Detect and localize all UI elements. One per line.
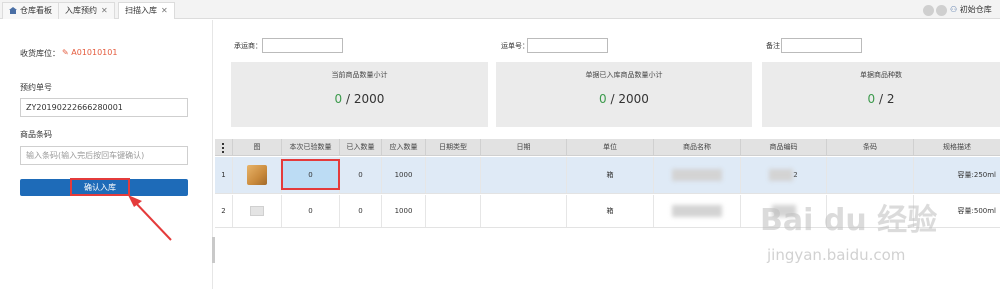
stat-card-types: 单据商品种数 0 / 2 <box>762 62 1000 127</box>
waybill-input[interactable] <box>527 38 608 53</box>
th-image: 图 <box>233 139 282 156</box>
close-icon[interactable]: ✕ <box>101 6 108 15</box>
barcode-input[interactable]: 输入条码(输入完后按回车键确认) <box>20 146 188 165</box>
close-icon[interactable]: ✕ <box>161 6 168 15</box>
card-total: 2000 <box>353 92 385 106</box>
card-done: 0 <box>599 92 607 106</box>
location-label: 收货库位： <box>20 49 60 58</box>
date-type-cell <box>426 195 481 227</box>
unit-cell: 箱 <box>567 157 654 193</box>
tab-label: 仓库看板 <box>20 6 52 15</box>
redacted-text <box>769 169 794 181</box>
user-icon: ⚇ <box>950 5 958 14</box>
code-suffix: 2 <box>793 171 798 179</box>
column-menu-icon[interactable] <box>220 142 226 154</box>
th-scanned: 本次已验数量 <box>282 139 340 156</box>
th-received: 已入数量 <box>340 139 382 156</box>
card-done: 0 <box>867 92 876 106</box>
date-cell <box>481 157 567 193</box>
stat-card-received: 单据已入库商品数量小计 0 / 2000 <box>496 62 752 127</box>
card-total: 2 <box>886 92 895 106</box>
tab-bar: 仓库看板 入库预约 ✕ 扫描入库 ✕ ⚇ 初始仓库 <box>0 0 1000 19</box>
stat-card-current: 当前商品数量小计 0 / 2000 <box>231 62 488 127</box>
warehouse-label: 初始仓库 <box>959 5 992 14</box>
th-date: 日期 <box>481 139 567 156</box>
th-unit: 单位 <box>567 139 654 156</box>
card-title: 单据商品种数 <box>860 71 902 79</box>
window-button[interactable] <box>936 5 947 16</box>
home-icon <box>9 7 17 14</box>
barcode-label: 商品条码 <box>20 130 52 139</box>
product-code-cell: 2 <box>741 157 827 193</box>
pencil-icon: ✎ <box>62 48 69 57</box>
th-product-name: 商品名称 <box>654 139 741 156</box>
panel-resize-handle[interactable] <box>212 237 215 263</box>
received-cell: 0 <box>340 195 382 227</box>
th-date-type: 日期类型 <box>426 139 481 156</box>
watermark-url: jingyan.baidu.com <box>767 246 906 264</box>
table-header: 图 本次已验数量 已入数量 应入数量 日期类型 日期 单位 商品名称 商品编码 … <box>215 139 1000 156</box>
product-name-cell <box>654 195 741 227</box>
card-title: 单据已入库商品数量小计 <box>585 71 663 79</box>
card-total: 2000 <box>618 92 649 106</box>
date-type-cell <box>426 157 481 193</box>
expected-cell: 1000 <box>382 195 426 227</box>
tab-scan-inbound[interactable]: 扫描入库 ✕ <box>118 2 175 19</box>
confirm-inbound-button[interactable]: 确认入库 <box>70 178 130 196</box>
product-image-icon <box>250 206 264 216</box>
th-spec: 规格描述 <box>943 143 971 151</box>
card-value: 0 / 2000 <box>231 92 488 106</box>
scanned-cell[interactable]: 0 <box>282 195 340 227</box>
card-sep: / <box>878 92 884 106</box>
location-code: A01010101 <box>71 48 118 57</box>
window-button[interactable] <box>923 5 934 16</box>
card-sep: / <box>610 92 615 106</box>
warehouse-selector[interactable]: ⚇ 初始仓库 <box>950 4 992 15</box>
waybill-label: 运单号： <box>501 42 529 50</box>
tab-warehouse-board[interactable]: 仓库看板 <box>2 2 59 19</box>
remark-input[interactable] <box>781 38 862 53</box>
barcode-cell <box>827 157 914 193</box>
card-done: 0 <box>334 92 343 106</box>
date-cell <box>481 195 567 227</box>
expected-cell: 1000 <box>382 157 426 193</box>
carrier-label: 承运商： <box>234 42 262 50</box>
tab-label: 扫描入库 <box>125 6 157 15</box>
product-thumbnail <box>233 157 282 193</box>
card-sep: / <box>346 92 351 106</box>
order-label: 预约单号 <box>20 83 52 92</box>
row-index: 2 <box>215 195 233 227</box>
product-image-icon <box>247 165 267 185</box>
scanned-quantity-input[interactable]: 0 <box>281 159 340 190</box>
tab-inbound-booking[interactable]: 入库预约 ✕ <box>58 2 115 19</box>
redacted-text <box>672 169 722 181</box>
card-value: 0 / 2 <box>762 92 1000 106</box>
th-product-code: 商品编码 <box>741 139 827 156</box>
card-title: 当前商品数量小计 <box>331 71 388 79</box>
product-thumbnail <box>233 195 282 227</box>
spec-cell: 容量:250ml <box>957 171 996 179</box>
th-expected: 应入数量 <box>382 139 426 156</box>
th-barcode: 条码 <box>827 139 914 156</box>
carrier-input[interactable] <box>262 38 343 53</box>
location-value[interactable]: ✎ A01010101 <box>62 48 117 57</box>
tab-label: 入库预约 <box>65 6 97 15</box>
redacted-text <box>672 205 722 217</box>
card-value: 0 / 2000 <box>496 92 752 106</box>
received-cell: 0 <box>340 157 382 193</box>
unit-cell: 箱 <box>567 195 654 227</box>
product-name-cell <box>654 157 741 193</box>
order-number-field[interactable]: ZY20190222666280001 <box>20 98 188 117</box>
row-index: 1 <box>215 157 233 193</box>
watermark-logo: Bai du 经验 <box>760 203 938 238</box>
